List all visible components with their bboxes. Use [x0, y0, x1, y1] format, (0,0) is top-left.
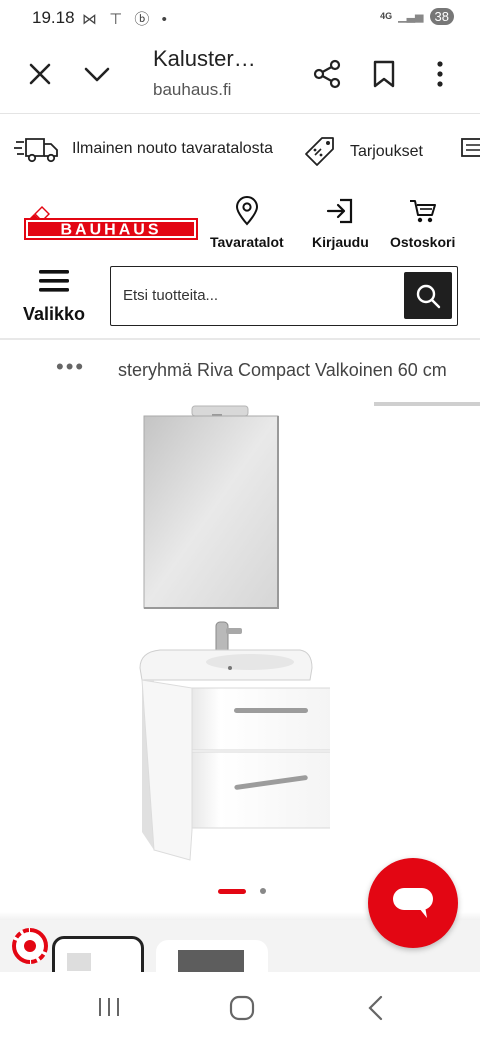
login-link[interactable]: Kirjaudu	[312, 196, 369, 250]
cart-label: Ostoskori	[390, 234, 456, 250]
recycle-badge-icon	[12, 928, 48, 964]
promo-pickup-text: Ilmainen nouto tavaratalosta	[72, 140, 274, 157]
location-pin-icon	[235, 196, 258, 226]
status-time: 19.18	[32, 8, 75, 27]
login-icon	[327, 198, 353, 224]
search-input[interactable]	[123, 267, 401, 324]
recent-apps-icon[interactable]	[96, 996, 122, 1018]
more-options-icon[interactable]	[430, 58, 450, 90]
promo-bar: Ilmainen nouto tavaratalosta Tarjoukset	[0, 114, 480, 188]
promo-offers[interactable]: Tarjoukset	[302, 134, 423, 170]
stores-link[interactable]: Tavaratalot	[210, 196, 284, 250]
gallery-dot-active[interactable]	[218, 888, 246, 894]
header-divider	[0, 338, 480, 340]
promo-free-pickup[interactable]: Ilmainen nouto tavaratalosta	[14, 134, 273, 164]
login-label: Kirjaudu	[312, 234, 369, 250]
promo-offers-text: Tarjoukset	[350, 143, 423, 160]
menu-button[interactable]: Valikko	[20, 268, 88, 328]
signal-icon: ▁▃▅	[398, 11, 424, 23]
search-icon	[416, 284, 441, 308]
shopping-cart-icon	[409, 200, 436, 223]
system-nav-bar	[0, 972, 480, 1040]
breadcrumb-current: steryhmä Riva Compact Valkoinen 60 cm	[118, 360, 447, 380]
bookmark-icon[interactable]	[370, 58, 398, 90]
chevron-down-icon[interactable]	[82, 58, 112, 90]
notification-icons: ⋈ ⊤ ⓑ •	[82, 11, 171, 28]
search-button[interactable]	[404, 272, 452, 319]
close-icon[interactable]	[24, 58, 56, 90]
logo-text: BAUHAUS	[61, 222, 162, 239]
stores-label: Tavaratalot	[210, 234, 284, 250]
delivery-truck-icon	[14, 138, 58, 163]
gallery-dot[interactable]	[260, 888, 266, 894]
browser-toolbar: Kaluster… bauhaus.fi	[0, 36, 480, 114]
catalog-icon[interactable]	[460, 136, 480, 160]
network-icon: 4G	[380, 11, 393, 21]
bauhaus-logo[interactable]: BAUHAUS	[22, 206, 198, 240]
status-right: 4G ▁▃▅ 38	[380, 8, 454, 25]
gallery-pagination	[218, 888, 266, 894]
back-icon[interactable]	[366, 994, 386, 1022]
menu-label: Valikko	[22, 304, 86, 324]
status-bar: 19.18 ⋈ ⊤ ⓑ • 4G ▁▃▅ 38	[0, 0, 480, 36]
breadcrumb-more[interactable]: •••	[56, 356, 85, 378]
scroll-indicator	[374, 402, 480, 406]
battery-icon: 38	[429, 8, 454, 25]
thumbnail-image	[67, 953, 91, 971]
product-image[interactable]	[130, 400, 330, 870]
chat-bubble-icon	[393, 888, 433, 918]
thumbnail-image	[178, 950, 244, 972]
home-icon[interactable]	[228, 994, 256, 1022]
cart-link[interactable]: Ostoskori	[390, 196, 455, 250]
hamburger-menu-icon	[39, 270, 69, 292]
search-box	[110, 266, 458, 326]
share-icon[interactable]	[312, 58, 342, 90]
chat-button[interactable]	[368, 858, 458, 948]
page-url[interactable]: bauhaus.fi	[153, 80, 231, 100]
price-tag-icon	[305, 137, 334, 166]
page-title: Kaluster…	[153, 46, 256, 71]
